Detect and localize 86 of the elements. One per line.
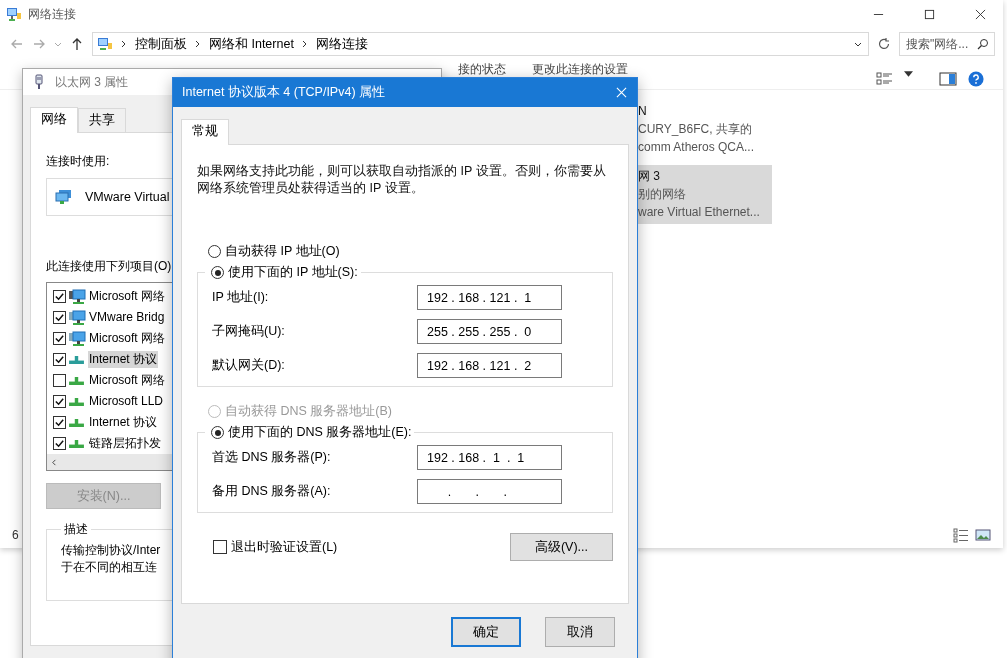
field-label: 首选 DNS 服务器(P): (212, 449, 331, 466)
dialog-title: Internet 协议版本 4 (TCP/IPv4) 属性 (182, 84, 387, 101)
checkbox[interactable] (53, 290, 66, 303)
tab[interactable]: 网络 (30, 107, 78, 133)
connection-item[interactable]: 网 3 别的网络 ware Virtual Ethernet... (636, 165, 772, 224)
view-options-icon[interactable] (876, 71, 894, 87)
search-icon (977, 38, 989, 50)
protocol-icon (69, 355, 84, 364)
protocol-icon (69, 439, 84, 448)
advanced-button[interactable]: 高级(V)... (510, 533, 613, 561)
window-title: 网络连接 (28, 5, 76, 23)
ip-address-field[interactable]: 192 . 168 . 121 . 1 (417, 285, 562, 310)
connection-item[interactable]: N CURY_B6FC, 共享的 comm Atheros QCA... (636, 100, 772, 159)
scroll-left-icon[interactable] (50, 458, 59, 466)
breadcrumb-item[interactable]: 网络连接 (315, 35, 368, 53)
refresh-icon[interactable] (877, 37, 891, 51)
toolbar-command[interactable]: 接的状态 (458, 63, 506, 76)
preview-pane-icon[interactable] (939, 71, 957, 87)
radio-label[interactable]: 使用下面的 DNS 服务器地址(E): (228, 424, 412, 441)
network-folder-icon (6, 6, 22, 22)
component-item[interactable]: Microsoft 网络 (88, 372, 166, 389)
protocol-icon (69, 397, 84, 406)
breadcrumb-item[interactable]: 控制面板 (135, 35, 187, 53)
component-item[interactable]: Internet 协议 (88, 414, 159, 431)
checkbox[interactable] (53, 416, 66, 429)
radio-label[interactable]: 自动获得 IP 地址(O) (225, 243, 340, 260)
field-label: IP 地址(I): (212, 289, 269, 306)
computer-network-icon (68, 330, 86, 347)
search-field[interactable]: 搜索"网络... (899, 32, 995, 56)
protocol-icon (69, 418, 84, 427)
item-count: 6 (12, 528, 19, 542)
components-label: 此连接使用下列项目(O) (46, 258, 172, 275)
checkbox[interactable] (53, 353, 66, 366)
checkbox[interactable] (53, 311, 66, 324)
ip-address-field[interactable]: 192 . 168 . 1 . 1 (417, 445, 562, 470)
computer-network-icon (68, 288, 86, 305)
dialog-title: 以太网 3 属性 (55, 73, 129, 91)
tab[interactable]: 常规 (181, 119, 229, 145)
dropdown-caret-icon[interactable] (854, 40, 862, 48)
ip-address-field[interactable]: 192 . 168 . 121 . 2 (417, 353, 562, 378)
component-item[interactable]: Microsoft 网络 (88, 330, 166, 347)
group-title: 描述 (63, 521, 89, 538)
caret-icon[interactable] (904, 71, 913, 78)
component-item[interactable]: Microsoft 网络 (88, 288, 166, 305)
network-folder-icon (97, 36, 113, 52)
up-arrow-icon[interactable] (70, 37, 84, 51)
description-text: 于在不同的相互连 (61, 559, 157, 576)
cancel-button[interactable]: 取消 (545, 617, 615, 647)
computer-network-icon (68, 309, 86, 326)
component-item[interactable]: VMware Bridg (88, 309, 166, 326)
connect-using-label: 连接时使用: (46, 153, 110, 170)
field-label: 子网掩码(U): (212, 323, 285, 340)
details-view-icon[interactable] (953, 527, 969, 543)
ip-address-field[interactable]: . . . (417, 479, 562, 504)
radio-button[interactable] (208, 245, 221, 258)
chevron-icon (301, 40, 308, 48)
component-item[interactable]: 链路层拓扑发 (88, 435, 162, 452)
help-icon[interactable] (967, 71, 985, 87)
breadcrumb-item[interactable]: 网络和 Internet (209, 35, 294, 53)
component-item[interactable]: Internet 协议 (88, 351, 159, 368)
intro-text: 如果网络支持此功能，则可以获取自动指派的 IP 设置。否则，你需要从网络系统管理员处获得适当的 IP 设置。 (197, 163, 607, 197)
checkbox[interactable] (213, 540, 227, 554)
radio-button[interactable] (211, 426, 224, 439)
radio-label[interactable]: 使用下面的 IP 地址(S): (228, 264, 358, 281)
field-label: 备用 DNS 服务器(A): (212, 483, 331, 500)
radio-button[interactable] (211, 266, 224, 279)
checkbox[interactable] (53, 374, 66, 387)
description-text: 传输控制协议/Inter (61, 542, 161, 559)
close-icon[interactable] (616, 87, 627, 98)
component-item[interactable]: Microsoft LLD (88, 393, 165, 410)
protocol-icon (69, 376, 84, 385)
ip-address-field[interactable]: 255 . 255 . 255 . 0 (417, 319, 562, 344)
network-adapter-icon (55, 189, 73, 205)
adapter-name: VMware Virtual (85, 190, 170, 204)
chevron-icon (121, 40, 127, 48)
field-label: 默认网关(D): (212, 357, 285, 374)
large-icons-view-icon[interactable] (975, 527, 991, 543)
tab[interactable]: 共享 (78, 108, 126, 132)
address-bar[interactable]: 控制面板 网络和 Internet 网络连接 (92, 32, 869, 56)
checkbox[interactable] (53, 395, 66, 408)
toolbar-command[interactable]: 更改此连接的设置 (532, 63, 628, 76)
checkbox[interactable] (53, 437, 66, 450)
checkbox[interactable] (53, 332, 66, 345)
chevron-icon (195, 40, 201, 48)
checkbox-label[interactable]: 退出时验证设置(L) (231, 538, 338, 556)
ok-button[interactable]: 确定 (451, 617, 521, 647)
